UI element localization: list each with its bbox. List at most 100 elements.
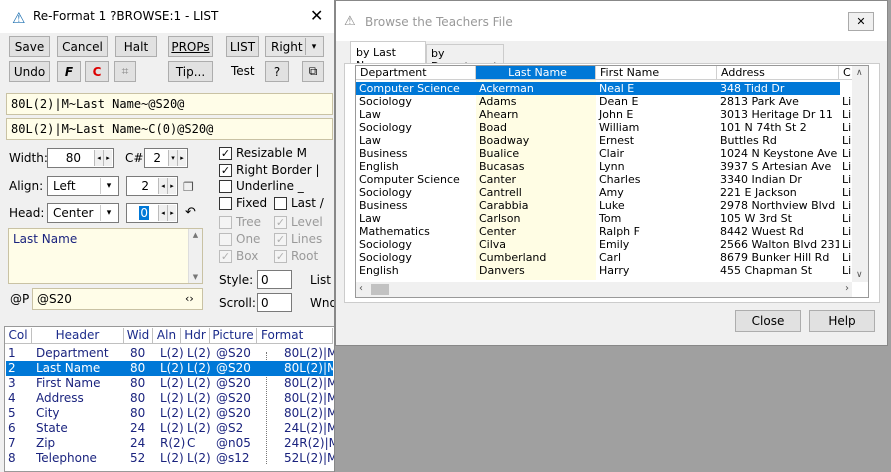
list-header-first-name[interactable]: First Name xyxy=(596,66,717,80)
table-header-format[interactable]: Format xyxy=(257,328,333,344)
table-row[interactable]: 7 Zip 24 R(2)C @n05 24R(2)|M~ xyxy=(6,436,334,451)
c-stepper[interactable]: 2 ▾ ▸ xyxy=(144,148,188,168)
list-header-last-name[interactable]: Last Name xyxy=(476,66,596,80)
list-item[interactable]: English Danvers Harry 455 Chapman St Li xyxy=(356,264,851,277)
spin-arrows-icon[interactable]: ◂ ▸ xyxy=(94,150,112,166)
scroll-up-icon[interactable]: ∧ xyxy=(856,68,863,78)
close-icon[interactable]: ✕ xyxy=(848,12,874,31)
last-checkbox[interactable]: Last / xyxy=(274,196,324,210)
list-item[interactable]: Business Bualice Clair 1024 N Keystone Ave L… xyxy=(356,147,851,160)
help-button[interactable]: ? xyxy=(265,61,289,82)
list-item[interactable]: Computer Science Ackerman Neal E 348 Tidd D… xyxy=(356,82,851,95)
list-item[interactable]: Law Ahearn John E 3013 Heritage Dr 11 Li xyxy=(356,108,851,121)
table-row[interactable]: 1 Department 80 L(2)L(2) @S20 80L(2)|M~ xyxy=(6,346,334,361)
props-button[interactable]: PROPs xyxy=(168,36,213,57)
close-icon[interactable]: ✕ xyxy=(310,6,323,25)
list-item[interactable]: Business Carabbia Luke 2978 Northview Blvd L… xyxy=(356,199,851,212)
scroll-right-icon[interactable]: › xyxy=(845,283,849,294)
table-header-col[interactable]: Col xyxy=(5,328,32,344)
restore-icon[interactable]: ⧉ xyxy=(302,61,324,82)
right-border-checkbox[interactable]: ✓ Right Border | xyxy=(219,163,320,177)
spin-arrows-icon[interactable]: ▾ ▸ xyxy=(168,150,186,166)
list-item[interactable]: Computer Science Canter Charles 3340 Indian… xyxy=(356,173,851,186)
table-header-hdr[interactable]: Hdr xyxy=(181,328,210,344)
scrollbar[interactable]: ▲ ▼ xyxy=(188,229,202,283)
lines-checkbox[interactable]: ✓ Lines xyxy=(274,232,322,246)
table-header-header[interactable]: Header xyxy=(32,328,124,344)
picture-input[interactable]: @S20 xyxy=(32,288,203,310)
scroll-up-icon[interactable]: ▲ xyxy=(193,231,198,239)
browse-title-bar[interactable]: ⚠ Browse the Teachers File ✕ xyxy=(336,1,887,41)
scroll-down-icon[interactable]: ▼ xyxy=(193,273,198,281)
copy-icon[interactable]: ❐ xyxy=(183,180,194,194)
table-header-wid[interactable]: Wid xyxy=(124,328,153,344)
align-select[interactable]: Right ▾ xyxy=(265,36,324,57)
tip-button[interactable]: Tip... xyxy=(168,61,213,82)
resizable-checkbox[interactable]: ✓ Resizable M xyxy=(219,146,307,160)
halt-button[interactable]: Halt xyxy=(115,36,157,57)
list-header-department[interactable]: Department xyxy=(356,66,476,80)
cancel-button[interactable]: Cancel xyxy=(57,36,108,57)
table-row[interactable]: 6 State 24 L(2)L(2) @S2 24L(2)|M~ xyxy=(6,421,334,436)
list-item[interactable]: Law Carlson Tom 105 W 3rd St Li xyxy=(356,212,851,225)
style-input[interactable]: 0 xyxy=(257,270,292,289)
level-checkbox[interactable]: ✓ Level xyxy=(274,215,323,229)
head-dropdown[interactable]: Center ▾ xyxy=(47,203,119,223)
list-item[interactable]: Sociology Adams Dean E 2813 Park Ave Li xyxy=(356,95,851,108)
head-num-stepper[interactable]: 0 ◂ ▸ xyxy=(126,203,178,223)
undo-button[interactable]: Undo xyxy=(9,61,50,82)
color-button[interactable]: C xyxy=(85,61,109,82)
tree-checkbox[interactable]: Tree xyxy=(219,215,261,229)
table-row[interactable]: 2 Last Name 80 L(2)L(2) @S20 80L(2)|M~ xyxy=(6,361,334,376)
cell-department: Sociology xyxy=(359,186,412,199)
bold-button[interactable]: F xyxy=(57,61,81,82)
close-button[interactable]: Close xyxy=(735,310,801,332)
test-label[interactable]: Test xyxy=(231,64,255,78)
list-header-address[interactable]: Address xyxy=(717,66,839,80)
table-row[interactable]: 4 Address 80 L(2)L(2) @S20 80L(2)|M~ xyxy=(6,391,334,406)
list-item[interactable]: Sociology Cumberland Carl 8679 Bunker Hill … xyxy=(356,251,851,264)
table-row[interactable]: 5 City 80 L(2)L(2) @S20 80L(2)|M~ xyxy=(6,406,334,421)
tab-by-department[interactable]: by Department xyxy=(426,44,504,73)
title-bar[interactable]: ⚠ Re-Format 1 ?BROWSE:1 - LIST ✕ xyxy=(0,0,334,33)
width-stepper[interactable]: 80 ◂ ▸ xyxy=(47,148,114,168)
align-dropdown[interactable]: Left ▾ xyxy=(47,176,119,196)
list-item[interactable]: Mathematics Center Ralph F 8442 Wuest Rd Li xyxy=(356,225,851,238)
list-item[interactable]: English Bucasas Lynn 3937 S Artesian Ave Li xyxy=(356,160,851,173)
header-text-area[interactable]: Last Name ▲ ▼ xyxy=(8,228,203,284)
table-header-aln[interactable]: Aln xyxy=(153,328,181,344)
cell-address: Buttles Rd xyxy=(720,134,777,147)
spin-arrows-icon[interactable]: ◂ ▸ xyxy=(158,178,176,194)
cell-c: Li xyxy=(842,134,852,147)
list-button[interactable]: LIST xyxy=(226,36,259,57)
underline-checkbox[interactable]: Underline _ xyxy=(219,179,304,193)
scroll-left-icon[interactable]: ‹ xyxy=(359,283,363,294)
scroll-input[interactable]: 0 xyxy=(257,293,292,312)
scroll-thumb[interactable] xyxy=(371,284,389,295)
one-checkbox[interactable]: One xyxy=(219,232,260,246)
root-checkbox[interactable]: ✓ Root xyxy=(274,249,318,263)
help-button[interactable]: Help xyxy=(809,310,875,332)
undo-arrow-icon[interactable]: ↶ xyxy=(185,205,196,220)
horizontal-scrollbar[interactable]: ‹ › xyxy=(356,282,852,297)
scroll-down-icon[interactable]: ∨ xyxy=(856,270,863,280)
align-num-stepper[interactable]: 2 ◂ ▸ xyxy=(126,176,178,196)
list-item[interactable]: Sociology Cilva Emily 2566 Walton Blvd 231 L… xyxy=(356,238,851,251)
row-format: 52L(2)|M~ xyxy=(284,451,334,465)
grid-icon[interactable]: ⌗ xyxy=(114,61,136,82)
list-header-c[interactable]: C xyxy=(839,66,853,80)
table-row[interactable]: 8 Telephone 52 L(2)L(2) @s12 52L(2)|M~ xyxy=(6,451,334,466)
picture-label: @P xyxy=(10,292,30,306)
spin-arrows-icon[interactable]: ◂ ▸ xyxy=(158,205,176,221)
table-row[interactable]: 3 First Name 80 L(2)L(2) @S20 80L(2)|M~ xyxy=(6,376,334,391)
table-header-picture[interactable]: Picture xyxy=(210,328,257,344)
vertical-scrollbar[interactable]: ∧ ∨ xyxy=(852,66,868,282)
list-item[interactable]: Sociology Cantrell Amy 221 E Jackson Li xyxy=(356,186,851,199)
swap-icon[interactable]: ‹› xyxy=(185,292,194,305)
box-checkbox[interactable]: ✓ Box xyxy=(219,249,258,263)
fixed-checkbox[interactable]: Fixed xyxy=(219,196,267,210)
list-item[interactable]: Sociology Boad William 101 N 74th St 2 Li xyxy=(356,121,851,134)
save-button[interactable]: Save xyxy=(9,36,50,57)
tab-by-last-name[interactable]: by Last Name xyxy=(350,41,426,72)
list-item[interactable]: Law Boadway Ernest Buttles Rd Li xyxy=(356,134,851,147)
